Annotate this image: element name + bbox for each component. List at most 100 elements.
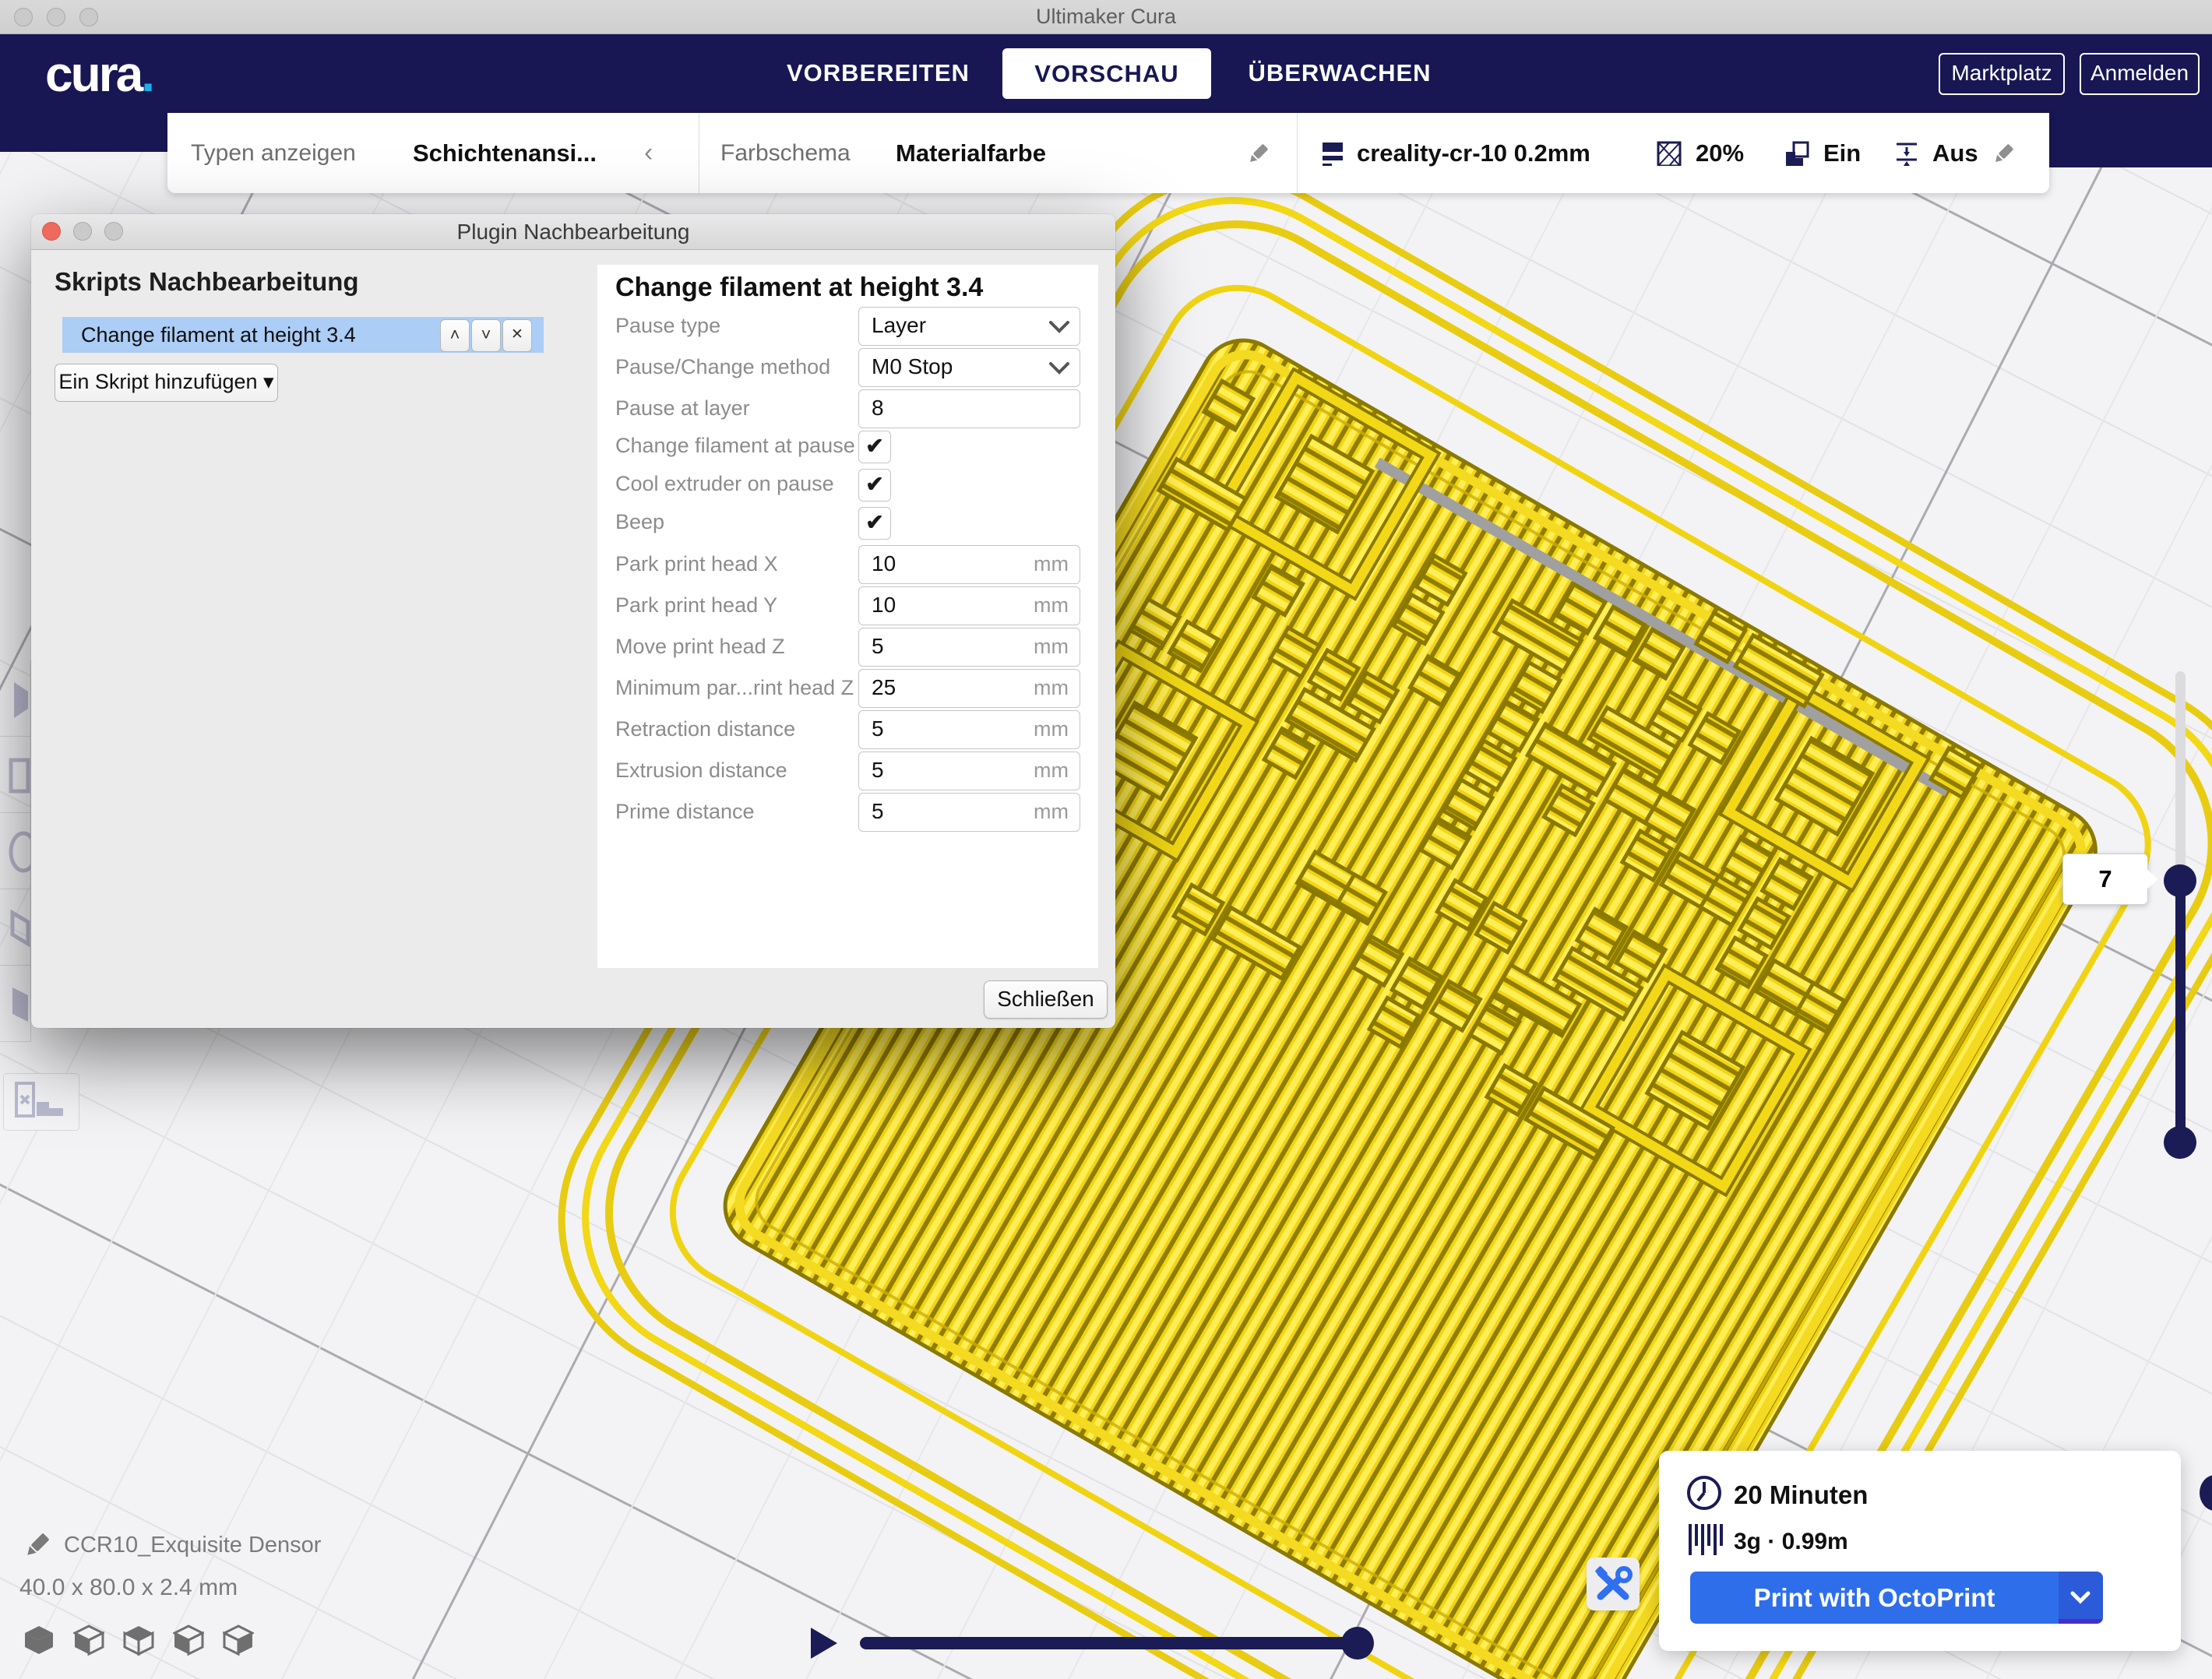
adhesion-value[interactable]: Aus: [1932, 113, 1978, 193]
rotate-tool-button[interactable]: [0, 813, 30, 889]
dialog-titlebar[interactable]: Plugin Nachbearbeitung: [31, 214, 1115, 250]
view-top-button[interactable]: [123, 1624, 154, 1660]
color-scheme-dropdown[interactable]: Materialfarbe: [896, 113, 1046, 193]
post-processing-dialog: Plugin Nachbearbeitung Skripts Nachbearb…: [31, 214, 1115, 1028]
mirror-tool-button[interactable]: [0, 889, 30, 966]
dialog-minimize-button[interactable]: [73, 222, 92, 241]
cube-icon: [73, 1624, 104, 1656]
cube-icon: [23, 1624, 55, 1656]
signin-button[interactable]: Anmelden: [2080, 53, 2200, 95]
add-script-dropdown-button[interactable]: Ein Skript hinzufügen ▾: [55, 364, 278, 402]
infill-icon: [1657, 141, 1683, 166]
support-blocker-icon: [4, 1074, 77, 1128]
support-blocker-button[interactable]: [3, 1073, 79, 1131]
collapse-chevron-icon[interactable]: ‹: [644, 113, 653, 193]
left-tool-column: [0, 660, 31, 1042]
window-minimize-button[interactable]: [47, 8, 65, 26]
infill-value[interactable]: 20%: [1696, 113, 1744, 193]
play-button[interactable]: [811, 1628, 837, 1659]
tab-vorschau[interactable]: VORSCHAU: [1002, 48, 1211, 99]
dropdown-field[interactable]: M0 Stop: [858, 348, 1080, 387]
support-value[interactable]: Ein: [1823, 113, 1861, 193]
camera-view-buttons: [23, 1624, 254, 1660]
field-value: Layer: [872, 308, 926, 343]
clock-icon: [1685, 1474, 1723, 1512]
print-options-dropdown-button[interactable]: [2059, 1572, 2103, 1624]
number-field[interactable]: 5 mm: [858, 710, 1080, 749]
number-field[interactable]: 10 mm: [858, 586, 1080, 625]
field-value: 5: [872, 711, 884, 747]
window-close-button[interactable]: [14, 8, 33, 26]
rename-pencil-icon[interactable]: [22, 1529, 53, 1561]
view-3d-button[interactable]: [23, 1624, 55, 1660]
macos-titlebar: Ultimaker Cura: [0, 0, 2212, 34]
scripts-heading: Skripts Nachbearbeitung: [55, 267, 359, 297]
info-icon[interactable]: i: [2196, 1474, 2212, 1512]
number-field[interactable]: 5mm: [858, 628, 1080, 667]
field-label: Pause/Change method: [615, 355, 830, 379]
field-value: 5: [872, 628, 884, 664]
window-zoom-button[interactable]: [79, 8, 98, 26]
script-settings-form: Change filament at height 3.4 Pause type…: [597, 265, 1098, 968]
layer-slider-top-handle[interactable]: [2164, 864, 2196, 897]
object-name-text: CCR10_Exquisite Densor: [64, 1533, 321, 1558]
field-label: Pause type: [615, 314, 720, 338]
field-value: M0 Stop: [872, 349, 953, 385]
unit-suffix: mm: [1034, 670, 1069, 706]
object-dimensions-text: 40.0 x 80.0 x 2.4 mm: [19, 1575, 238, 1601]
view-type-dropdown[interactable]: Schichtenansi...: [413, 113, 597, 193]
checkbox[interactable]: ✔: [858, 431, 891, 463]
layer-slider-track[interactable]: [2175, 671, 2186, 886]
dialog-zoom-button[interactable]: [104, 222, 123, 241]
layer-slider-bottom-handle[interactable]: [2164, 1126, 2196, 1159]
chevron-down-icon: [1048, 362, 1070, 375]
hammer-wrench-icon: [1587, 1558, 1640, 1610]
cube-icon: [123, 1624, 154, 1656]
unit-suffix: mm: [1034, 587, 1069, 623]
number-field[interactable]: 8: [858, 389, 1080, 428]
cura-app-window: 7 20 Minuten i: [0, 0, 2212, 1679]
printer-profile-dropdown[interactable]: creality-cr-10 0.2mm: [1357, 113, 1590, 193]
number-field[interactable]: 5mm: [858, 752, 1080, 790]
print-time-text: 20 Minuten: [1734, 1480, 1868, 1510]
scale-tool-button[interactable]: [0, 737, 30, 813]
print-settings-tools-button[interactable]: [1587, 1558, 1640, 1610]
path-slider-handle[interactable]: [1341, 1627, 1374, 1660]
checkbox[interactable]: ✔: [858, 469, 891, 502]
field-value: 10: [872, 587, 896, 623]
edit-view-pencil-icon[interactable]: [1246, 143, 1273, 167]
print-with-octoprint-button[interactable]: Print with OctoPrint: [1690, 1572, 2059, 1624]
view-left-button[interactable]: [173, 1624, 204, 1660]
cura-logo: cura.: [45, 45, 153, 103]
checkbox[interactable]: ✔: [858, 507, 891, 540]
number-field[interactable]: 5mm: [858, 793, 1080, 832]
layer-slider-range[interactable]: [2175, 881, 2186, 1142]
dialog-close-button[interactable]: [42, 222, 61, 241]
unit-suffix: mm: [1034, 546, 1069, 582]
number-field[interactable]: 10mm: [858, 545, 1080, 584]
remove-script-button[interactable]: ✕: [502, 319, 532, 352]
filament-icon: [1687, 1522, 1724, 1557]
close-dialog-button[interactable]: Schließen: [984, 980, 1108, 1019]
number-field[interactable]: 25mm: [858, 669, 1080, 708]
marketplace-button[interactable]: Marktplatz: [1939, 53, 2065, 95]
move-tool-button[interactable]: [0, 660, 30, 737]
dropdown-field[interactable]: Layer: [858, 307, 1080, 346]
view-front-button[interactable]: [73, 1624, 104, 1660]
move-script-down-button[interactable]: ˅: [471, 319, 501, 352]
unit-suffix: mm: [1034, 711, 1069, 747]
per-model-settings-button[interactable]: [0, 966, 30, 1042]
move-script-up-button[interactable]: ˄: [440, 319, 470, 352]
view-right-button[interactable]: [223, 1624, 254, 1660]
path-slider-track[interactable]: [860, 1637, 1372, 1649]
window-title: Ultimaker Cura: [0, 0, 2212, 33]
field-value: 5: [872, 794, 884, 829]
tab-ueberwachen[interactable]: ÜBERWACHEN: [1246, 33, 1433, 113]
chevron-down-icon: [2059, 1572, 2103, 1624]
field-label: Park print head Y: [615, 593, 777, 618]
edit-print-settings-pencil-icon[interactable]: [1992, 143, 2018, 167]
tab-vorbereiten[interactable]: VORBEREITEN: [787, 33, 962, 113]
dialog-title: Plugin Nachbearbeitung: [31, 214, 1115, 249]
adhesion-icon: [1893, 141, 1920, 166]
script-list-item-selected[interactable]: Change filament at height 3.4 ˄ ˅ ✕: [62, 317, 544, 353]
